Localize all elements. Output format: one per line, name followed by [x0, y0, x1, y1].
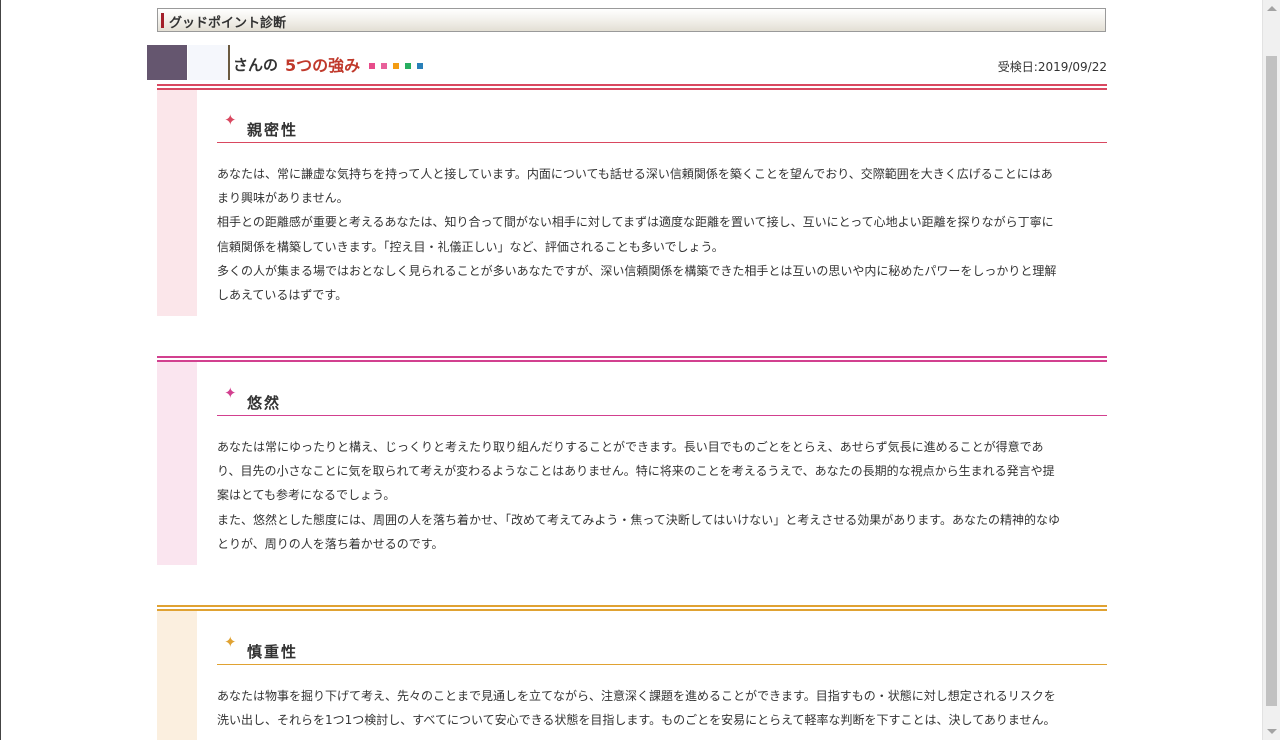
sparkle-icon: ✦ [224, 111, 237, 129]
strength-description: あなたは、常に謙虚な気持ちを持って人と接しています。内面についても話せる深い信頼… [217, 162, 1062, 307]
user-name-area [188, 45, 228, 80]
square-icon [393, 63, 399, 69]
strength-divider [157, 356, 1107, 362]
strength-title: 親密性 [247, 121, 299, 139]
sparkle-icon: ✦ [224, 384, 237, 402]
sparkle-icon: ✦ [224, 633, 237, 651]
section-header: グッドポイント診断 [157, 8, 1106, 32]
section-title: グッドポイント診断 [169, 16, 287, 31]
name-divider [228, 45, 230, 80]
description-paragraph: 多くの人が集まる場ではおとなしく見られることが多いあなたですが、深い信頼関係を構… [217, 263, 1057, 303]
strength-description: あなたは常にゆったりと構え、じっくりと考えたり取り組んだりすることができます。長… [217, 435, 1062, 556]
description-paragraph: あなたは物事を掘り下げて考え、先々のことまで見通しを立てながら、注意深く課題を進… [217, 689, 1056, 728]
strength-title: 悠然 [247, 394, 282, 412]
scroll-up-icon[interactable] [1267, 6, 1277, 11]
description-paragraph: 相手との距離感が重要と考えるあなたは、知り合って間がない相手に対してまずは適度な… [217, 215, 1054, 254]
header-accent-bar [161, 13, 164, 28]
san-suffix: さんの [233, 56, 279, 74]
square-icon [381, 63, 387, 69]
strength-description: あなたは物事を掘り下げて考え、先々のことまで見通しを立てながら、注意深く課題を進… [217, 684, 1062, 732]
square-icon [405, 63, 411, 69]
strength-title: 慎重性 [247, 643, 299, 661]
strength-side-bar [157, 362, 197, 565]
strength-side-bar [157, 90, 197, 316]
square-icon [369, 63, 375, 69]
strength-heading: ✦ 悠然 [217, 384, 1107, 416]
user-avatar [147, 45, 187, 80]
scroll-down-icon[interactable] [1267, 729, 1277, 734]
strengths-title: 5つの強み [285, 56, 361, 75]
description-paragraph: あなたは、常に謙虚な気持ちを持って人と接しています。内面についても話せる深い信頼… [217, 167, 1053, 206]
description-paragraph: また、悠然とした態度には、周囲の人を落ち着かせ、「改めて考えてみよう・焦って決断… [217, 512, 1061, 551]
square-icon [417, 63, 423, 69]
description-paragraph: あなたは常にゆったりと構え、じっくりと考えたり取り組んだりすることができます。長… [217, 440, 1055, 503]
strengths-header: さんの 5つの強み 受検日:2019/09/22 [147, 45, 1107, 81]
window-border [0, 0, 1, 740]
vertical-scrollbar[interactable] [1262, 0, 1280, 740]
scroll-thumb[interactable] [1266, 56, 1277, 706]
strength-side-bar [157, 611, 197, 740]
strength-heading: ✦ 慎重性 [217, 633, 1107, 665]
strength-divider [157, 84, 1107, 90]
strength-heading: ✦ 親密性 [217, 111, 1107, 143]
strength-divider [157, 605, 1107, 611]
color-squares [369, 63, 423, 69]
test-date: 受検日:2019/09/22 [997, 60, 1107, 74]
